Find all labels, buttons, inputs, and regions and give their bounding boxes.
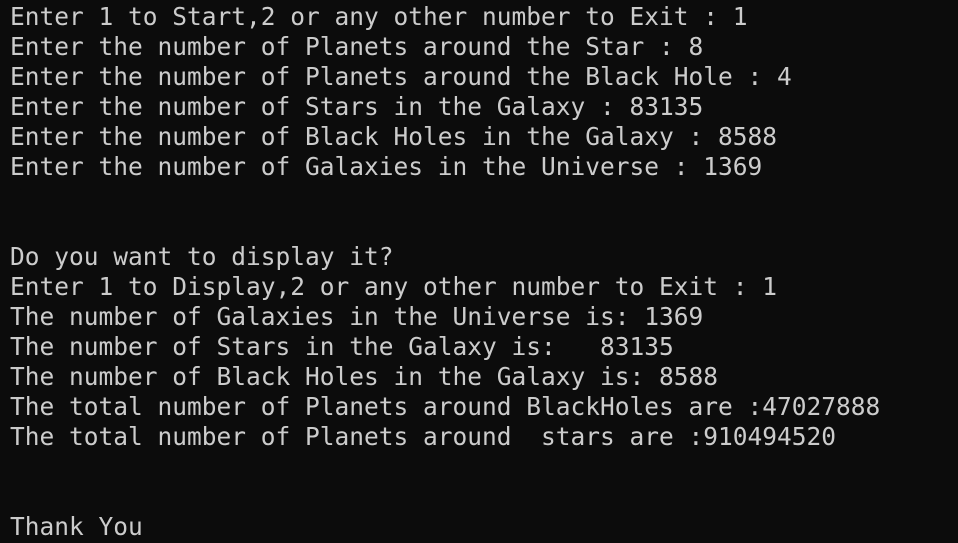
console-line: Enter 1 to Start,2 or any other number t… — [10, 2, 748, 31]
console-line: The total number of Planets around Black… — [10, 392, 881, 421]
console-output: Enter 1 to Start,2 or any other number t… — [10, 2, 880, 542]
console-line: Thank You — [10, 512, 143, 541]
console-line: Enter the number of Planets around the S… — [10, 32, 704, 61]
console-line: Do you want to display it? — [10, 242, 394, 271]
console-line: The total number of Planets around stars… — [10, 422, 837, 451]
console-line: The number of Black Holes in the Galaxy … — [10, 362, 719, 391]
console-line: The number of Stars in the Galaxy is: 83… — [10, 332, 674, 361]
console-line: Enter the number of Stars in the Galaxy … — [10, 92, 704, 121]
console-line: The number of Galaxies in the Universe i… — [10, 302, 704, 331]
console-line: Enter 1 to Display,2 or any other number… — [10, 272, 778, 301]
console-line: Enter the number of Galaxies in the Univ… — [10, 152, 763, 181]
console-line: Enter the number of Black Holes in the G… — [10, 122, 778, 151]
console-line: Enter the number of Planets around the B… — [10, 62, 792, 91]
